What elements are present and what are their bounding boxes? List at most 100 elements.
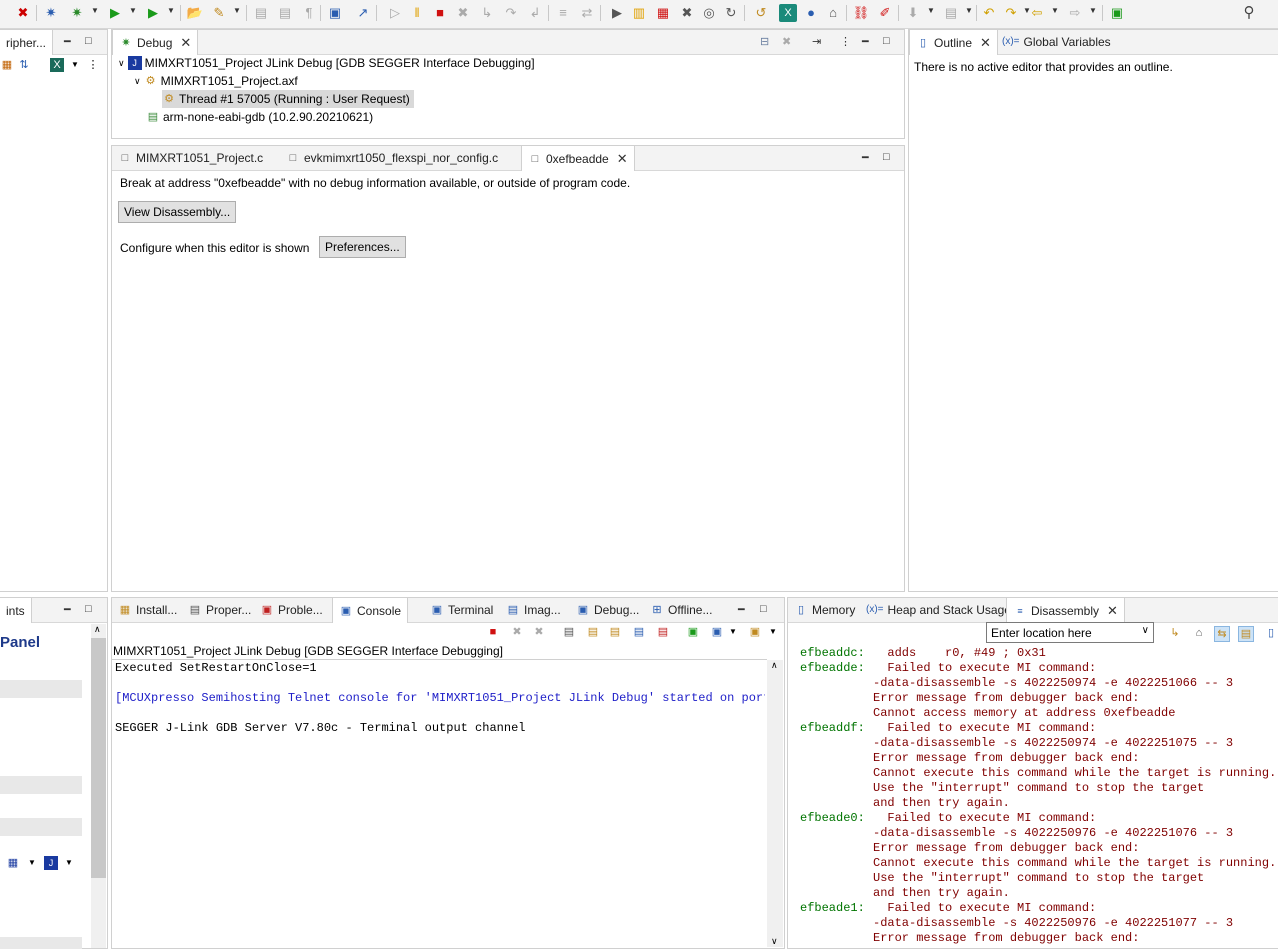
reset-icon[interactable]: ↺ xyxy=(752,4,770,22)
tab-console[interactable]: ▣ Console xyxy=(332,598,409,623)
scroll-lock-icon[interactable]: ▤ xyxy=(586,625,600,639)
back-icon[interactable]: ⇦ xyxy=(1028,4,1046,22)
tab-peripherals[interactable]: ripher... xyxy=(0,30,54,55)
terminate-icon[interactable]: ■ xyxy=(486,625,500,639)
preferences-button[interactable]: Preferences... xyxy=(319,236,406,258)
show-source-icon[interactable]: ▤ xyxy=(1238,626,1254,642)
toggle-icon[interactable]: ▶ xyxy=(608,4,626,22)
minimize-icon[interactable]: ━ xyxy=(738,603,745,616)
tab-debug-log[interactable]: ▣ Debug... xyxy=(570,598,645,622)
view-disassembly-button[interactable]: View Disassembly... xyxy=(118,201,237,223)
pdf-icon[interactable]: ✐ xyxy=(876,4,894,22)
link-chain-icon[interactable]: ⛓ xyxy=(852,4,870,22)
disassembly-line[interactable]: -data-disassemble -s 4022250974 -e 40222… xyxy=(800,736,1278,751)
resume-icon[interactable]: ▷ xyxy=(386,4,404,22)
run-icon[interactable]: ▶ xyxy=(106,4,124,22)
disassembly-line[interactable]: -data-disassemble -s 4022250976 -e 40222… xyxy=(800,826,1278,841)
stop-debug-icon[interactable]: ✖ xyxy=(14,4,32,22)
tab-outline[interactable]: ▯ Outline ✕ xyxy=(909,30,998,55)
tab-terminal[interactable]: ▣ Terminal xyxy=(424,598,499,622)
chevron-up-icon[interactable]: ∧ xyxy=(94,624,101,635)
chevron-up-icon[interactable]: ∧ xyxy=(771,660,778,671)
tree-binary[interactable]: ∨ ⚙ MIMXRT1051_Project.axf xyxy=(134,72,298,90)
tab-editor-main-c[interactable]: □ MIMXRT1051_Project.c xyxy=(112,146,269,170)
tab-image[interactable]: ▤ Imag... xyxy=(500,598,567,622)
disassembly-line[interactable]: efbeade0: Failed to execute MI command: xyxy=(800,811,1278,826)
memory-icon[interactable]: ▥ xyxy=(630,4,648,22)
chevron-down-icon[interactable]: ▼ xyxy=(25,856,39,870)
grid-icon[interactable]: ▦ xyxy=(0,58,14,72)
refresh-icon[interactable]: ↻ xyxy=(722,4,740,22)
chevron-down-icon[interactable]: ▼ xyxy=(62,856,76,870)
restart-icon[interactable]: ✖ xyxy=(678,4,696,22)
word-wrap-icon[interactable]: ▤ xyxy=(608,625,622,639)
minimize-icon[interactable]: ━ xyxy=(862,151,869,164)
step-icon[interactable]: ▤ xyxy=(252,4,270,22)
chevron-down-icon[interactable]: ∨ xyxy=(1142,625,1149,636)
chevron-down-icon[interactable]: ▼ xyxy=(1089,6,1097,15)
clear-console-icon[interactable]: ▤ xyxy=(562,625,576,639)
drop-frame-icon[interactable]: ≡ xyxy=(554,4,572,22)
home-icon[interactable]: ⌂ xyxy=(1192,626,1206,640)
view-menu-icon[interactable]: ⋮ xyxy=(86,58,100,72)
chevron-down-icon[interactable]: ∨ xyxy=(118,54,125,72)
monitor-icon[interactable]: ▣ xyxy=(326,4,344,22)
list-item[interactable] xyxy=(0,937,82,949)
chevron-down-icon[interactable]: ∨ xyxy=(771,936,778,947)
maximize-icon[interactable]: □ xyxy=(85,603,92,615)
tab-heap-stack[interactable]: (x)= Heap and Stack Usage xyxy=(860,598,1017,622)
grid-icon[interactable]: ▦ xyxy=(6,856,20,870)
x-icon[interactable]: X xyxy=(50,58,64,72)
use-step-filters-icon[interactable]: ⇄ xyxy=(578,4,596,22)
scrollbar[interactable]: ∧ ∨ xyxy=(767,660,783,947)
disassembly-line[interactable]: Use the "interrupt" command to stop the … xyxy=(800,871,1278,886)
disassembly-line[interactable]: -data-disassemble -s 4022250974 -e 40222… xyxy=(800,676,1278,691)
chevron-down-icon[interactable]: ▼ xyxy=(927,6,935,15)
tab-editor-address[interactable]: □ 0xefbeadde ✕ xyxy=(521,146,635,171)
tree-thread[interactable]: ⚙ Thread #1 57005 (Running : User Reques… xyxy=(162,90,414,108)
disassembly-line[interactable]: efbeade1: Failed to execute MI command: xyxy=(800,901,1278,916)
disconnect-icon[interactable]: ✖ xyxy=(454,4,472,22)
remove-terminated-icon[interactable]: ✖ xyxy=(782,35,791,48)
show-on-output-icon[interactable]: ▤ xyxy=(632,625,646,639)
brush-icon[interactable]: ✎ xyxy=(210,4,228,22)
disassembly-line[interactable]: -data-disassemble -s 4022250976 -e 40222… xyxy=(800,916,1278,931)
chevron-down-icon[interactable]: ▼ xyxy=(965,6,973,15)
tab-offline[interactable]: ⊞ Offline... xyxy=(644,598,718,622)
view-menu-icon[interactable]: ⋮ xyxy=(840,35,851,48)
home-icon[interactable]: ⌂ xyxy=(824,4,842,22)
globe-icon[interactable]: ◎ xyxy=(700,4,718,22)
disassembly-line[interactable]: efbeaddc: adds r0, #49 ; 0x31 xyxy=(800,646,1278,661)
tab-breakpoints[interactable]: ints xyxy=(0,598,32,623)
tab-disassembly[interactable]: ≡ Disassembly ✕ xyxy=(1006,598,1125,623)
tree-gdb[interactable]: ▤ arm-none-eabi-gdb (10.2.90.20210621) xyxy=(146,108,373,126)
scrollbar[interactable]: ∧ xyxy=(91,624,106,948)
step-over-icon[interactable]: ↷ xyxy=(502,4,520,22)
view-menu-icon[interactable]: ▯ xyxy=(1264,626,1278,640)
remove-all-icon[interactable]: ✖ xyxy=(532,625,546,639)
instruction-step-icon[interactable]: ▤ xyxy=(276,4,294,22)
minimize-icon[interactable]: ━ xyxy=(64,603,71,616)
next-edit-icon[interactable]: ↷ xyxy=(1002,4,1020,22)
collapse-all-icon[interactable]: ⊟ xyxy=(760,35,769,48)
close-icon[interactable]: ✕ xyxy=(617,147,628,171)
disassembly-line[interactable]: Cannot execute this command while the ta… xyxy=(800,766,1278,781)
forward-icon[interactable]: ⇨ xyxy=(1066,4,1084,22)
pin-console-icon[interactable]: ▣ xyxy=(686,625,700,639)
step-into-icon[interactable]: ↳ xyxy=(478,4,496,22)
external-tools-icon[interactable]: ▶ xyxy=(144,4,162,22)
close-icon[interactable]: ✕ xyxy=(980,31,991,55)
list-item[interactable] xyxy=(0,776,82,794)
location-input[interactable]: Enter location here ∨ xyxy=(986,622,1154,643)
registers-icon[interactable]: ▦ xyxy=(654,4,672,22)
open-folder-icon[interactable]: 📂 xyxy=(186,4,204,22)
chevron-down-icon[interactable]: ▼ xyxy=(1051,6,1059,15)
remove-launch-icon[interactable]: ✖ xyxy=(510,625,524,639)
step-mode-icon[interactable]: ⇥ xyxy=(812,35,821,48)
tree-launch[interactable]: ∨ J MIMXRT1051_Project JLink Debug [GDB … xyxy=(118,54,535,72)
x-icon[interactable]: X xyxy=(779,4,797,22)
disassembly-line[interactable]: Error message from debugger back end: xyxy=(800,841,1278,856)
list-item[interactable] xyxy=(0,680,82,698)
maximize-icon[interactable]: □ xyxy=(883,35,890,47)
chevron-down-icon[interactable]: ▼ xyxy=(233,6,241,15)
